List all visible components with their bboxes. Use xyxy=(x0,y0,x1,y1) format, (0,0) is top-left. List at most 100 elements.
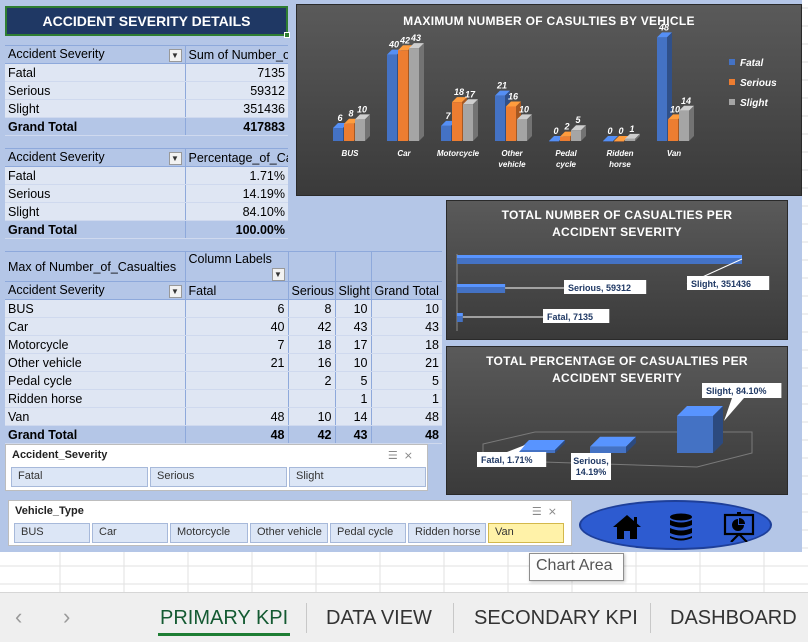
chart-total-casualties-per-severity[interactable]: TOTAL NUMBER OF CASUALTIES PER ACCIDENT … xyxy=(446,200,788,340)
row-label[interactable]: Van xyxy=(5,407,185,426)
pivot-header[interactable]: Sum of Number_of_Casualties xyxy=(184,45,288,64)
grand-total-value[interactable]: 417883 xyxy=(184,117,288,136)
cell-value[interactable]: 84.10% xyxy=(184,202,288,221)
cell-value[interactable]: 40 xyxy=(184,317,288,336)
slicer-item-pedal-cycle[interactable]: Pedal cycle xyxy=(330,523,406,543)
cell-value[interactable]: 2 xyxy=(287,371,335,390)
row-label[interactable]: BUS xyxy=(5,299,185,318)
slicer-item-car[interactable]: Car xyxy=(92,523,168,543)
cell-value[interactable]: 42 xyxy=(287,317,335,336)
slicer-item-serious[interactable]: Serious xyxy=(150,467,287,487)
pivot-table-casualties-percentage[interactable]: Accident Severity ▼ Percentage_of_Casualt… xyxy=(5,148,288,239)
filter-dropdown-icon[interactable]: ▼ xyxy=(168,285,182,298)
database-icon[interactable] xyxy=(664,512,698,542)
clear-filter-icon[interactable]: ⨯ xyxy=(548,506,563,518)
slicer-item-other-vehicle[interactable]: Other vehicle xyxy=(250,523,328,543)
cell-value[interactable]: 10 xyxy=(370,299,442,318)
cell-value[interactable]: 18 xyxy=(287,335,335,354)
pivot-header-blank[interactable] xyxy=(370,251,442,282)
cell-value[interactable]: 48 xyxy=(370,407,442,426)
slicer-accident-severity[interactable]: Accident_Severity ☰⨯ Fatal Serious Sligh… xyxy=(5,444,428,491)
presentation-icon[interactable] xyxy=(722,512,756,542)
slicer-item-van[interactable]: Van xyxy=(488,523,564,543)
tab-scroll-left-icon[interactable]: ‹ xyxy=(15,604,22,630)
row-label[interactable]: Motorcycle xyxy=(5,335,185,354)
chart-percentage-casualties-per-severity[interactable]: TOTAL PERCENTAGE OF CASUALTIES PER ACCID… xyxy=(446,346,788,495)
cell-value[interactable]: 7135 xyxy=(184,63,288,82)
grand-total-value[interactable]: 48 xyxy=(370,425,442,444)
cell-value[interactable]: 14.19% xyxy=(184,184,288,203)
cell-value[interactable] xyxy=(287,389,335,408)
grand-total-label[interactable]: Grand Total xyxy=(5,220,185,239)
slicer-item-fatal[interactable]: Fatal xyxy=(11,467,148,487)
row-label[interactable]: Slight xyxy=(5,202,185,221)
fill-handle[interactable] xyxy=(284,32,290,38)
cell-value[interactable]: 59312 xyxy=(184,81,288,100)
cell-value[interactable]: 1.71% xyxy=(184,166,288,185)
chart-plot-area[interactable]: Fatal, 1.71% Serious,14.19% Slight, 84.10% xyxy=(447,347,789,496)
pivot-header[interactable]: Fatal xyxy=(184,281,288,300)
home-icon[interactable] xyxy=(610,512,644,542)
cell-value[interactable]: 10 xyxy=(334,353,371,372)
pivot-header-blank[interactable] xyxy=(287,251,335,282)
grand-total-value[interactable]: 100.00% xyxy=(184,220,288,239)
pivot-header[interactable]: Grand Total xyxy=(370,281,442,300)
cell-value[interactable]: 8 xyxy=(287,299,335,318)
tab-data-view[interactable]: DATA VIEW xyxy=(326,607,432,630)
cell-value[interactable]: 5 xyxy=(370,371,442,390)
tab-scroll-right-icon[interactable]: › xyxy=(63,604,70,630)
grand-total-value[interactable]: 43 xyxy=(334,425,371,444)
grand-total-value[interactable]: 48 xyxy=(184,425,288,444)
tab-primary-kpi[interactable]: PRIMARY KPI xyxy=(157,607,291,636)
row-label[interactable]: Pedal cycle xyxy=(5,371,185,390)
slicer-vehicle-type[interactable]: Vehicle_Type ☰⨯ BUS Car Motorcycle Other… xyxy=(8,500,572,546)
row-label[interactable]: Other vehicle xyxy=(5,353,185,372)
pivot-header[interactable]: Max of Number_of_Casualties xyxy=(5,251,185,282)
row-label[interactable]: Fatal xyxy=(5,166,185,185)
slicer-item-ridden-horse[interactable]: Ridden horse xyxy=(408,523,486,543)
cell-value[interactable]: 5 xyxy=(334,371,371,390)
cell-value[interactable]: 16 xyxy=(287,353,335,372)
chart-plot-area[interactable]: Fatal, 7135 Serious, 59312 Slight, 351436 xyxy=(447,201,789,341)
cell-value[interactable]: 10 xyxy=(334,299,371,318)
cell-value[interactable]: 43 xyxy=(334,317,371,336)
cell-value[interactable]: 43 xyxy=(370,317,442,336)
pivot-header-blank[interactable] xyxy=(334,251,371,282)
pivot-header[interactable]: Serious xyxy=(287,281,335,300)
pivot-header[interactable]: Column Labels ▼ xyxy=(184,251,288,282)
row-label[interactable]: Ridden horse xyxy=(5,389,185,408)
clear-filter-icon[interactable]: ⨯ xyxy=(404,450,419,462)
cell-value[interactable]: 1 xyxy=(334,389,371,408)
cell-value[interactable]: 18 xyxy=(370,335,442,354)
cell-value[interactable]: 21 xyxy=(370,353,442,372)
tab-secondary-kpi[interactable]: SECONDARY KPI xyxy=(474,607,638,630)
filter-dropdown-icon[interactable]: ▼ xyxy=(168,152,182,165)
pivot-header[interactable]: Percentage_of_Casualties xyxy=(184,148,288,167)
cell-value[interactable]: 48 xyxy=(184,407,288,426)
cell-value[interactable]: 1 xyxy=(370,389,442,408)
cell-value[interactable]: 21 xyxy=(184,353,288,372)
chart-max-casualties-by-vehicle[interactable]: MAXIMUM NUMBER OF CASULTIES BY VEHICLE 6… xyxy=(296,4,802,196)
filter-dropdown-icon[interactable]: ▼ xyxy=(271,268,285,281)
pivot-table-casualties-sum[interactable]: Accident Severity ▼ Sum of Number_of_Casu… xyxy=(5,45,288,136)
cell-value[interactable]: 14 xyxy=(334,407,371,426)
cell-value[interactable]: 351436 xyxy=(184,99,288,118)
tab-dashboard[interactable]: DASHBOARD xyxy=(670,607,797,630)
row-label[interactable]: Serious xyxy=(5,81,185,100)
pivot-table-max-casualties[interactable]: Max of Number_of_Casualties Column Label… xyxy=(5,251,442,444)
slicer-item-slight[interactable]: Slight xyxy=(289,467,426,487)
grand-total-label[interactable]: Grand Total xyxy=(5,117,185,136)
pivot-header[interactable]: Accident Severity ▼ xyxy=(5,281,185,300)
grand-total-label[interactable]: Grand Total xyxy=(5,425,185,444)
row-label[interactable]: Slight xyxy=(5,99,185,118)
row-label[interactable]: Serious xyxy=(5,184,185,203)
slicer-item-bus[interactable]: BUS xyxy=(14,523,90,543)
grand-total-value[interactable]: 42 xyxy=(287,425,335,444)
cell-value[interactable] xyxy=(184,371,288,390)
pivot-header[interactable]: Slight xyxy=(334,281,371,300)
cell-value[interactable] xyxy=(184,389,288,408)
filter-dropdown-icon[interactable]: ▼ xyxy=(168,49,182,62)
chart-plot-area[interactable]: 6 8 10BUS40 42 43Car718 17Motorcycle211610Oth… xyxy=(297,5,803,197)
cell-value[interactable]: 6 xyxy=(184,299,288,318)
cell-value[interactable]: 7 xyxy=(184,335,288,354)
